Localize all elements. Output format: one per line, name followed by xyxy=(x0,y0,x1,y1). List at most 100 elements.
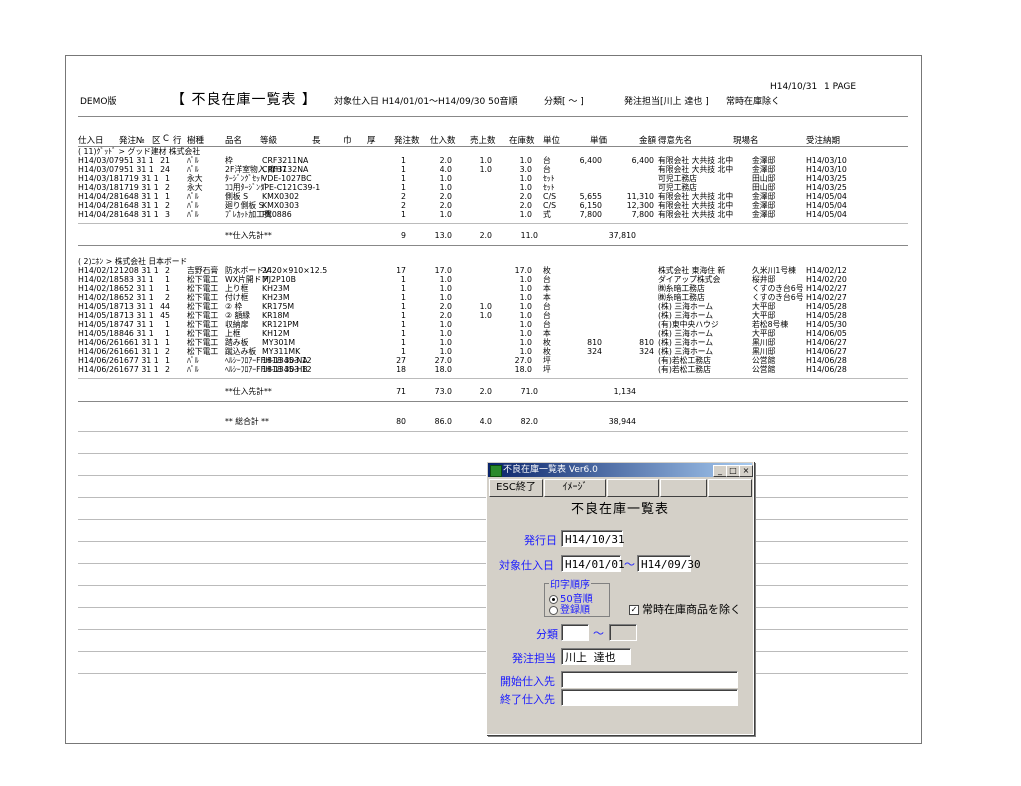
sort-radio-registered-label: 登録順 xyxy=(560,605,590,616)
class-label: 分類 xyxy=(536,628,558,641)
cell-amount: 7,800 xyxy=(631,210,654,219)
class-from-field[interactable] xyxy=(561,624,589,641)
cell-date: H14/03/18 xyxy=(78,183,119,192)
issue-date-label: 発行日 xyxy=(524,534,557,547)
cell-date: H14/05/18 xyxy=(78,320,119,329)
esc-exit-button[interactable]: ESC終了 xyxy=(489,479,543,497)
cell-price: 6,400 xyxy=(579,156,602,165)
cell-line: 21 xyxy=(160,156,170,165)
cell-sold: 1.0 xyxy=(479,165,492,174)
cell-buy: 18.0 xyxy=(434,365,452,374)
total-order: 71 xyxy=(396,387,406,396)
cell-order: 1 xyxy=(401,311,406,320)
cell-no: 1677 31 1 xyxy=(119,365,159,374)
toolbar-button-blank-3[interactable] xyxy=(708,479,752,497)
minimize-icon[interactable]: _ xyxy=(713,465,727,477)
cell-grade: KR175M xyxy=(262,302,295,311)
cell-no: 1648 31 1 xyxy=(119,192,159,201)
toolbar-button-blank-2[interactable] xyxy=(660,479,707,497)
demo-label: DEMO版 xyxy=(80,97,117,107)
cell-stock: 1.0 xyxy=(519,183,532,192)
sort-radio-registered[interactable]: 登録順 xyxy=(549,601,590,616)
target-to-field[interactable]: H14/09/30 xyxy=(637,555,701,572)
sort-order-label: 印字順序 xyxy=(549,576,591,591)
cell-cust: (株) 三海ホーム xyxy=(658,302,714,311)
dialog-title: 不良在庫一覧表 Ver6.0 xyxy=(503,465,598,475)
cell-due: H14/05/28 xyxy=(806,311,847,320)
cell-buy: 1.0 xyxy=(439,293,452,302)
cell-buy: 2.0 xyxy=(439,156,452,165)
cell-line: 2 xyxy=(165,365,170,374)
cell-due: H14/02/20 xyxy=(806,275,847,284)
cell-line: 1 xyxy=(165,320,170,329)
cell-buy: 2.0 xyxy=(439,302,452,311)
cell-stock: 18.0 xyxy=(514,365,532,374)
cell-line: 1 xyxy=(165,284,170,293)
cell-line: 1 xyxy=(165,356,170,365)
toolbar-button-blank-1[interactable] xyxy=(607,479,659,497)
target-from-field[interactable]: H14/01/01 xyxy=(561,555,625,572)
cell-no: 1661 31 1 xyxy=(119,338,159,347)
cell-grade: KH23M xyxy=(262,284,290,293)
divider xyxy=(78,453,908,454)
cell-due: H14/05/04 xyxy=(806,192,847,201)
cell-unit: C/S xyxy=(543,201,557,210)
cell-cust: ㈱糸暗工務店 xyxy=(658,284,705,293)
cell-amount: 12,300 xyxy=(626,201,654,210)
cell-buy: 1.0 xyxy=(439,183,452,192)
staff-field[interactable]: 川上 達也 xyxy=(561,648,631,665)
page-number: 1 PAGE xyxy=(824,82,857,92)
cell-sp: ﾊﾟﾙ xyxy=(187,201,199,210)
cell-site: 金澤邸 xyxy=(752,165,776,174)
cell-due: H14/06/28 xyxy=(806,356,847,365)
cell-site: 金澤邸 xyxy=(752,192,776,201)
cell-stock: 1.0 xyxy=(519,311,532,320)
cell-order: 1 xyxy=(401,284,406,293)
table-row: H14/03/18 1719 31 1 1 永大 ﾀｰｼﾞﾝｸﾞｾｯﾄ VDE-1027B… xyxy=(66,174,921,183)
cell-no: 1661 31 1 xyxy=(119,347,159,356)
cell-line: 2 xyxy=(165,201,170,210)
cell-sp: 松下電工 xyxy=(187,293,219,302)
start-supplier-field[interactable] xyxy=(561,671,738,688)
image-preview-button[interactable]: ｲﾒｰｼﾞ xyxy=(544,479,606,497)
cell-no: 846 31 1 xyxy=(119,329,154,338)
group-header-row: ( 11)ｸﾞｯﾄﾞ > グッド建材 株式会社 xyxy=(66,147,921,156)
cell-name: ② 額縁 xyxy=(225,311,251,320)
cell-grade: 1818 303 12 xyxy=(262,365,312,374)
cell-unit: 式 xyxy=(543,210,551,219)
cell-due: H14/05/30 xyxy=(806,320,847,329)
cell-stock: 27.0 xyxy=(514,356,532,365)
col-grade: 等級 xyxy=(260,136,278,146)
end-supplier-field[interactable] xyxy=(561,689,738,706)
cell-line: 1 xyxy=(165,329,170,338)
close-icon[interactable]: × xyxy=(739,465,753,477)
cell-due: H14/03/25 xyxy=(806,183,847,192)
class-to-field[interactable] xyxy=(609,624,637,641)
table-row: H14/03/18 1719 31 1 2 永大 ｺｺ用ﾀｰｼﾞﾝｸﾞ IPE-C121C… xyxy=(66,183,921,192)
table-row: H14/04/28 1648 31 1 3 ﾊﾟﾙ ﾌﾟﾚｶｯﾄ加工費 PK0886 1 1.… xyxy=(66,210,921,219)
cell-due: H14/06/27 xyxy=(806,347,847,356)
cell-site: 桜井邸 xyxy=(752,275,776,284)
cell-date: H14/06/26 xyxy=(78,347,119,356)
radio-empty-icon xyxy=(549,605,558,615)
table-row: H14/05/18 747 31 1 1 松下電工 収納扉 KR121PM 1 1.0 1.0 台… xyxy=(66,320,921,329)
divider xyxy=(78,401,908,402)
dialog-titlebar[interactable]: 不良在庫一覧表 Ver6.0 _ □ × xyxy=(488,463,753,477)
grand-total-row: ** 総合計 ** 80 86.0 4.0 82.0 38,944 xyxy=(66,417,921,426)
cell-sp: 松下電工 xyxy=(187,338,219,347)
cell-no: 713 31 1 xyxy=(119,302,154,311)
cell-order: 1 xyxy=(401,156,406,165)
exclude-stock-checkbox[interactable]: ✓ 常時在庫商品を除く xyxy=(629,601,741,617)
col-length: 長 xyxy=(312,136,321,146)
dialog-heading: 不良在庫一覧表 xyxy=(570,502,669,517)
col-amount: 金額 xyxy=(639,136,657,146)
cell-due: H14/02/27 xyxy=(806,293,847,302)
maximize-icon[interactable]: □ xyxy=(726,465,740,477)
cell-due: H14/05/28 xyxy=(806,302,847,311)
cell-order: 1 xyxy=(401,275,406,284)
cell-no: 1648 31 1 xyxy=(119,201,159,210)
cell-sp: ﾊﾟﾙ xyxy=(187,165,199,174)
cell-line: 1 xyxy=(165,338,170,347)
issue-date-field[interactable]: H14/10/31 xyxy=(561,530,625,547)
cell-site: 金澤邸 xyxy=(752,210,776,219)
